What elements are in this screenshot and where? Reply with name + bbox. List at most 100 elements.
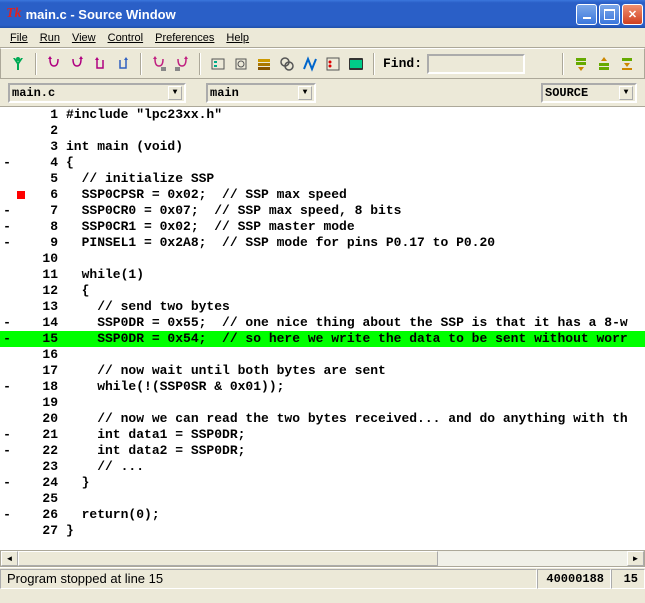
memory-button[interactable] bbox=[230, 53, 252, 75]
breakpoint-gutter[interactable] bbox=[14, 315, 28, 331]
continue-button[interactable] bbox=[112, 53, 134, 75]
status-message: Program stopped at line 15 bbox=[0, 569, 537, 589]
code-line[interactable]: 13 // send two bytes bbox=[0, 299, 645, 315]
breakpoint-gutter[interactable] bbox=[14, 507, 28, 523]
code-line[interactable]: 20 // now we can read the two bytes rece… bbox=[0, 411, 645, 427]
function-selector[interactable]: main ▼ bbox=[206, 83, 316, 103]
code-line[interactable]: -24 } bbox=[0, 475, 645, 491]
breakpoint-gutter[interactable] bbox=[14, 203, 28, 219]
line-number: 17 bbox=[28, 363, 62, 379]
stack-bottom-button[interactable] bbox=[616, 53, 638, 75]
breakpoint-gutter[interactable] bbox=[14, 331, 28, 347]
breakpoint-gutter[interactable] bbox=[14, 491, 28, 507]
code-line[interactable]: 27} bbox=[0, 523, 645, 539]
code-line[interactable]: 25 bbox=[0, 491, 645, 507]
code-line[interactable]: -22 int data2 = SSP0DR; bbox=[0, 443, 645, 459]
breakpoint-gutter[interactable] bbox=[14, 171, 28, 187]
menu-run[interactable]: Run bbox=[34, 30, 66, 46]
scroll-left-button[interactable]: ◄ bbox=[1, 551, 18, 566]
code-line[interactable]: -18 while(!(SSP0SR & 0x01)); bbox=[0, 379, 645, 395]
breakpoint-gutter[interactable] bbox=[14, 123, 28, 139]
breakpoint-gutter[interactable] bbox=[14, 139, 28, 155]
code-text: return(0); bbox=[62, 507, 645, 523]
code-line[interactable]: -4{ bbox=[0, 155, 645, 171]
code-line[interactable]: -21 int data1 = SSP0DR; bbox=[0, 427, 645, 443]
menu-help[interactable]: Help bbox=[220, 30, 255, 46]
horizontal-scrollbar[interactable]: ◄ ► bbox=[0, 550, 645, 567]
breakpoint-gutter[interactable] bbox=[14, 347, 28, 363]
scroll-right-button[interactable]: ► bbox=[627, 551, 644, 566]
minimize-button[interactable] bbox=[576, 4, 597, 25]
code-line[interactable]: 2 bbox=[0, 123, 645, 139]
breakpoint-gutter[interactable] bbox=[14, 155, 28, 171]
code-line[interactable]: -26 return(0); bbox=[0, 507, 645, 523]
breakpoint-gutter[interactable] bbox=[14, 299, 28, 315]
code-line[interactable]: 5 // initialize SSP bbox=[0, 171, 645, 187]
line-number: 5 bbox=[28, 171, 62, 187]
breakpoint-gutter[interactable] bbox=[14, 235, 28, 251]
stack-button[interactable] bbox=[253, 53, 275, 75]
code-line[interactable]: -15 SSP0DR = 0x54; // so here we write t… bbox=[0, 331, 645, 347]
find-label: Find: bbox=[383, 56, 422, 71]
breakpoint-gutter[interactable] bbox=[14, 363, 28, 379]
code-line[interactable]: -14 SSP0DR = 0x55; // one nice thing abo… bbox=[0, 315, 645, 331]
code-line[interactable]: 6 SSP0CPSR = 0x02; // SSP max speed bbox=[0, 187, 645, 203]
breakpoint-gutter[interactable] bbox=[14, 107, 28, 123]
step-over-button[interactable] bbox=[66, 53, 88, 75]
breakpoint-gutter[interactable] bbox=[14, 443, 28, 459]
code-line[interactable]: 23 // ... bbox=[0, 459, 645, 475]
menu-file[interactable]: File bbox=[4, 30, 34, 46]
code-line[interactable]: 1#include "lpc23xx.h" bbox=[0, 107, 645, 123]
gutter-mark bbox=[0, 347, 14, 363]
code-line[interactable]: 17 // now wait until both bytes are sent bbox=[0, 363, 645, 379]
code-line[interactable]: -8 SSP0CR1 = 0x02; // SSP master mode bbox=[0, 219, 645, 235]
step-asm-into-button[interactable] bbox=[148, 53, 170, 75]
stack-down-button[interactable] bbox=[570, 53, 592, 75]
close-button[interactable] bbox=[622, 4, 643, 25]
breakpoint-gutter[interactable] bbox=[14, 187, 28, 203]
code-line[interactable]: -7 SSP0CR0 = 0x07; // SSP max speed, 8 b… bbox=[0, 203, 645, 219]
breakpoint-gutter[interactable] bbox=[14, 379, 28, 395]
maximize-button[interactable] bbox=[599, 4, 620, 25]
run-button[interactable] bbox=[7, 53, 29, 75]
menu-bar: File Run View Control Preferences Help bbox=[0, 28, 645, 48]
stack-up-button[interactable] bbox=[593, 53, 615, 75]
code-line[interactable]: 10 bbox=[0, 251, 645, 267]
code-line[interactable]: 3int main (void) bbox=[0, 139, 645, 155]
breakpoint-gutter[interactable] bbox=[14, 427, 28, 443]
source-code-view[interactable]: 1#include "lpc23xx.h"23int main (void)-4… bbox=[0, 107, 645, 550]
file-selector[interactable]: main.c ▼ bbox=[8, 83, 186, 103]
code-line[interactable]: 19 bbox=[0, 395, 645, 411]
breakpoint-gutter[interactable] bbox=[14, 475, 28, 491]
console-button[interactable] bbox=[345, 53, 367, 75]
scroll-track[interactable] bbox=[18, 551, 627, 566]
breakpoints-button[interactable] bbox=[322, 53, 344, 75]
watch-button[interactable] bbox=[276, 53, 298, 75]
line-number: 2 bbox=[28, 123, 62, 139]
code-line[interactable]: -9 PINSEL1 = 0x2A8; // SSP mode for pins… bbox=[0, 235, 645, 251]
breakpoint-gutter[interactable] bbox=[14, 283, 28, 299]
breakpoint-gutter[interactable] bbox=[14, 523, 28, 539]
mode-selector[interactable]: SOURCE ▼ bbox=[541, 83, 637, 103]
breakpoint-gutter[interactable] bbox=[14, 219, 28, 235]
scroll-thumb[interactable] bbox=[18, 551, 438, 566]
code-line[interactable]: 16 bbox=[0, 347, 645, 363]
step-asm-over-button[interactable] bbox=[171, 53, 193, 75]
locals-button[interactable] bbox=[299, 53, 321, 75]
code-line[interactable]: 11 while(1) bbox=[0, 267, 645, 283]
breakpoint-gutter[interactable] bbox=[14, 251, 28, 267]
breakpoint-gutter[interactable] bbox=[14, 395, 28, 411]
breakpoint-gutter[interactable] bbox=[14, 459, 28, 475]
find-input[interactable] bbox=[427, 54, 525, 74]
menu-preferences[interactable]: Preferences bbox=[149, 30, 220, 46]
menu-control[interactable]: Control bbox=[102, 30, 149, 46]
step-into-button[interactable] bbox=[43, 53, 65, 75]
line-number: 21 bbox=[28, 427, 62, 443]
menu-view[interactable]: View bbox=[66, 30, 102, 46]
breakpoint-gutter[interactable] bbox=[14, 411, 28, 427]
breakpoint-gutter[interactable] bbox=[14, 267, 28, 283]
code-line[interactable]: 12 { bbox=[0, 283, 645, 299]
line-number: 27 bbox=[28, 523, 62, 539]
registers-button[interactable] bbox=[207, 53, 229, 75]
step-out-button[interactable] bbox=[89, 53, 111, 75]
